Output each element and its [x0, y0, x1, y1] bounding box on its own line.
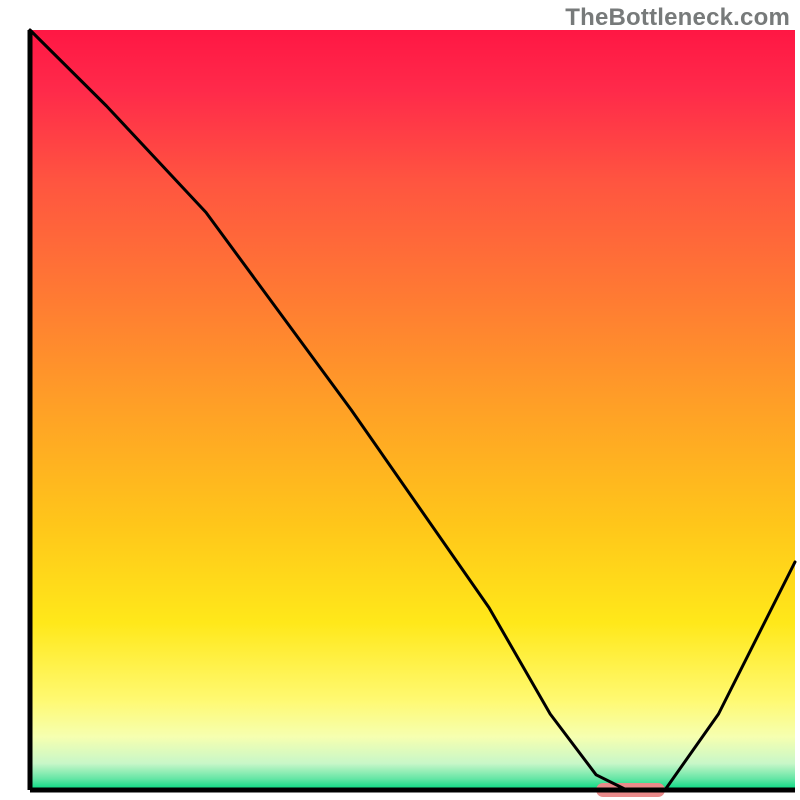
chart-svg — [0, 0, 800, 800]
bottleneck-chart: TheBottleneck.com — [0, 0, 800, 800]
chart-background — [30, 30, 795, 790]
